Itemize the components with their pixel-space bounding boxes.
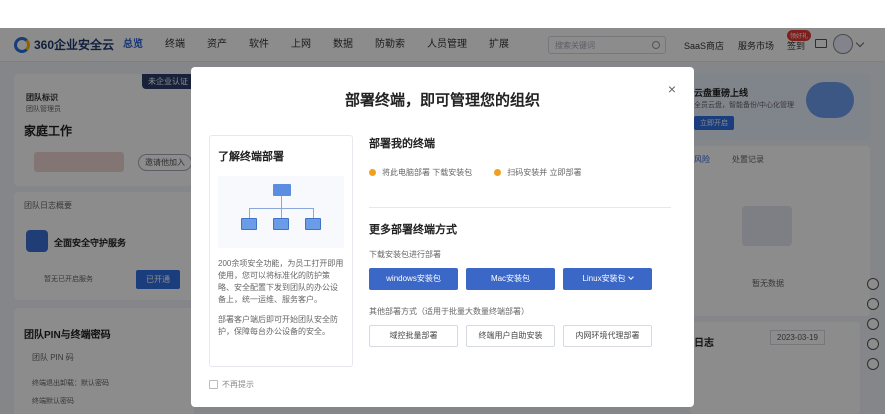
learn-title: 了解终端部署 <box>218 151 284 163</box>
dont-show-checkbox[interactable] <box>209 380 218 389</box>
domain-deploy-button[interactable]: 域控批量部署 <box>369 325 458 347</box>
info-icon <box>369 169 376 176</box>
diagram-line <box>249 208 250 218</box>
user-install-button[interactable]: 终端用户自助安装 <box>466 325 555 347</box>
computer-icon <box>273 218 289 230</box>
deploy-this-pc-label: 将此电脑部署 下载安装包 <box>382 168 473 177</box>
network-diagram <box>218 176 344 248</box>
mac-label: Mac安装包 <box>490 274 531 283</box>
mac-package-button[interactable]: Mac安装包 <box>466 268 555 290</box>
windows-label: windows安装包 <box>386 274 441 283</box>
dont-show-again[interactable]: 不再提示 <box>209 379 254 390</box>
info-icon <box>494 169 502 176</box>
more-methods-section: 更多部署终端方式 下载安装包进行部署 windows安装包 Mac安装包 Lin… <box>369 221 671 347</box>
linux-package-button[interactable]: Linux安装包 <box>563 268 652 290</box>
close-icon[interactable]: × <box>668 81 676 97</box>
download-label: 下载安装包进行部署 <box>369 250 441 259</box>
diagram-line <box>281 208 282 218</box>
my-terminal-options: 将此电脑部署 下载安装包 扫码安装并 立即部署 <box>369 167 671 178</box>
scan-deploy-label: 扫码安装并 立即部署 <box>507 168 582 177</box>
other-methods-label: 其他部署方式（适用于批量大数量终端部署） <box>369 307 529 316</box>
my-terminal-title: 部署我的终端 <box>369 138 435 150</box>
computer-icon <box>241 218 257 230</box>
modal-title: 部署终端，即可管理您的组织 <box>344 92 540 109</box>
deploy-modal: 部署终端，即可管理您的组织 × 了解终端部署 200余项安全功能，为员工打开即用… <box>191 67 694 407</box>
scan-deploy-option[interactable]: 扫码安装并 立即部署 <box>494 167 581 178</box>
download-buttons: windows安装包 Mac安装包 Linux安装包 <box>369 268 671 290</box>
chevron-down-icon <box>627 274 634 280</box>
dont-show-label: 不再提示 <box>222 380 254 389</box>
intranet-deploy-button[interactable]: 内网环境代理部署 <box>563 325 652 347</box>
other-method-buttons: 域控批量部署 终端用户自助安装 内网环境代理部署 <box>369 325 671 347</box>
learn-paragraph-1: 200余项安全功能，为员工打开即用使用，您可以将标准化的防护策略、安全配置下发到… <box>218 259 344 304</box>
computer-icon <box>305 218 321 230</box>
server-icon <box>273 184 291 196</box>
learn-paragraph-2: 部署客户端后即可开始团队安全防护，保障每台办公设备的安全。 <box>218 315 338 336</box>
diagram-line <box>313 208 314 218</box>
deploy-panel: 部署我的终端 将此电脑部署 下载安装包 扫码安装并 立即部署 更多部署终端方式 … <box>369 135 671 367</box>
section-divider <box>369 207 671 208</box>
linux-label: Linux安装包 <box>582 274 626 283</box>
deploy-this-pc-option[interactable]: 将此电脑部署 下载安装包 <box>369 167 472 178</box>
diagram-line <box>281 196 282 208</box>
more-methods-title: 更多部署终端方式 <box>369 224 457 236</box>
windows-package-button[interactable]: windows安装包 <box>369 268 458 290</box>
learn-panel: 了解终端部署 200余项安全功能，为员工打开即用使用，您可以将标准化的防护策略、… <box>209 135 353 367</box>
